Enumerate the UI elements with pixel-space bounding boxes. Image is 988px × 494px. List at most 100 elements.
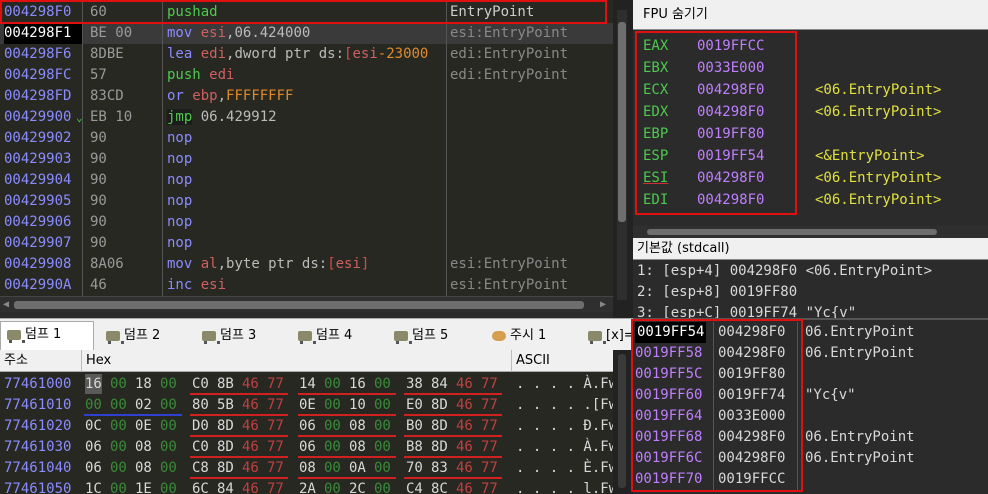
hex-byte[interactable]: 14 <box>299 374 316 394</box>
dump-row[interactable]: 77461040 06 00 08 00 C8 8D 46 77 08 00 0A 00 70 83 46 77… <box>0 458 613 478</box>
hex-byte[interactable]: 2A <box>299 479 316 494</box>
scroll-right-icon[interactable]: ▶ <box>600 299 606 310</box>
hex-byte[interactable]: 46 <box>456 437 473 457</box>
hex-byte[interactable]: 8D <box>217 416 234 436</box>
hex-byte[interactable]: 00 <box>374 437 391 457</box>
hex-byte[interactable]: 8D <box>431 416 448 436</box>
disasm-row[interactable]: 0042990A 46 inc esi esi:EntryPoint <box>0 275 613 296</box>
hex-byte[interactable]: 80 <box>192 395 209 415</box>
hex-byte[interactable]: 00 <box>160 479 177 494</box>
register-value[interactable]: 004298F0 <box>697 79 764 101</box>
scrollbar-thumb[interactable] <box>647 229 937 235</box>
hex-byte[interactable]: 00 <box>160 458 177 478</box>
hex-byte[interactable]: 06 <box>299 437 316 457</box>
hex-byte[interactable]: 06 <box>85 437 102 457</box>
hex-byte[interactable]: 46 <box>242 395 259 415</box>
stack-value[interactable]: 004298F0 <box>718 322 785 343</box>
hex-byte[interactable]: 08 <box>135 437 152 457</box>
tab-locals[interactable]: [x]= <box>582 323 635 349</box>
hex-byte[interactable]: 38 <box>406 374 423 394</box>
scrollbar-thumb[interactable] <box>618 354 626 488</box>
register-row[interactable]: ESP 0019FF54 <&EntryPoint> <box>633 145 988 167</box>
hex-byte[interactable]: D0 <box>192 416 209 436</box>
hex-byte[interactable]: 46 <box>456 416 473 436</box>
hex-byte[interactable]: 8D <box>217 458 234 478</box>
column-header-hex[interactable]: Hex <box>82 350 512 372</box>
column-header-address[interactable]: 주소 <box>0 350 82 372</box>
hex-byte[interactable]: 00 <box>324 479 341 494</box>
stack-row[interactable]: 0019FF5C 0019FF80 <box>633 364 988 385</box>
hex-byte[interactable]: 46 <box>242 458 259 478</box>
disasm-row[interactable]: 004298F6 8DBE lea edi,dword ptr ds:[esi-23… <box>0 44 613 65</box>
hex-byte[interactable]: 00 <box>374 479 391 494</box>
register-row[interactable]: EDX 004298F0 <06.EntryPoint> <box>633 101 988 123</box>
hex-byte[interactable]: 00 <box>160 374 177 394</box>
disasm-row[interactable]: 00429900 ⌄ EB 10 jmp 06.429912 <box>0 107 613 128</box>
hex-byte[interactable]: 84 <box>431 374 448 394</box>
disassembly-vscrollbar[interactable] <box>613 0 633 318</box>
hex-byte[interactable]: 00 <box>324 437 341 457</box>
stack-value[interactable]: 004298F0 <box>718 427 785 448</box>
disasm-row[interactable]: 004298F0 60 pushad EntryPoint <box>0 2 613 23</box>
register-value[interactable]: 0019FFCC <box>697 35 764 57</box>
calling-convention-selector[interactable]: 기본값 (stdcall) <box>633 238 988 260</box>
hex-byte[interactable]: 00 <box>160 395 177 415</box>
call-argument-row[interactable]: 1: [esp+4] 004298F0 <06.EntryPoint> <box>637 261 932 282</box>
hex-byte[interactable]: 77 <box>481 416 498 436</box>
hex-byte[interactable]: 00 <box>374 416 391 436</box>
dump-row[interactable]: 77461050 1C 00 1E 00 6C 84 46 77 2A 00 2C 00 C4 8C 46 77… <box>0 479 613 494</box>
tab-watch-1[interactable]: 주시 1 <box>486 323 580 349</box>
hex-byte[interactable]: 00 <box>324 374 341 394</box>
hex-dump-pane[interactable]: 주소 Hex ASCII 77461000 16 00 18 00 C0 8B 46 77 14 0… <box>0 350 613 494</box>
disasm-row[interactable]: 00429905 90 nop <box>0 191 613 212</box>
hex-byte[interactable]: 00 <box>160 437 177 457</box>
scrollbar-thumb[interactable] <box>618 22 626 222</box>
hex-byte[interactable]: 1E <box>135 479 152 494</box>
dump-vscrollbar[interactable] <box>613 350 633 494</box>
dump-row[interactable]: 77461000 16 00 18 00 C0 8B 46 77 14 00 16 00 38 84 46 77… <box>0 374 613 394</box>
register-row[interactable]: EBP 0019FF80 <box>633 123 988 145</box>
hex-byte[interactable]: C8 <box>192 458 209 478</box>
hex-byte[interactable]: 46 <box>456 374 473 394</box>
stack-value[interactable]: 0019FFCC <box>718 469 785 490</box>
tab-dump-2[interactable]: 덤프 2 <box>100 323 194 349</box>
call-argument-row[interactable]: 3: [esp+C] 0019FF74 "Yc{v" <box>637 303 856 318</box>
hex-byte[interactable]: 83 <box>431 458 448 478</box>
stack-value[interactable]: 0019FF74 <box>718 385 785 406</box>
hex-byte[interactable]: 2C <box>349 479 366 494</box>
hex-byte[interactable]: 46 <box>242 437 259 457</box>
stack-value[interactable]: 0019FF80 <box>718 364 785 385</box>
stack-row[interactable]: 0019FF6C 004298F0 06.EntryPoint <box>633 448 988 469</box>
hex-byte[interactable]: 0E <box>299 395 316 415</box>
hex-byte[interactable]: E0 <box>406 395 423 415</box>
hex-byte[interactable]: 00 <box>324 395 341 415</box>
hex-byte[interactable]: B0 <box>406 416 423 436</box>
hex-byte[interactable]: 08 <box>349 416 366 436</box>
hex-byte[interactable]: C0 <box>192 374 209 394</box>
hex-byte[interactable]: 46 <box>456 479 473 494</box>
hex-byte[interactable]: 00 <box>110 479 127 494</box>
hex-byte[interactable]: 46 <box>242 374 259 394</box>
hex-byte[interactable]: 46 <box>456 458 473 478</box>
hex-byte[interactable]: 77 <box>267 395 284 415</box>
disassembly-pane[interactable]: 004298F0 60 pushad EntryPoint 004298F1 BE 00 m… <box>0 0 613 296</box>
hex-byte[interactable]: 6C <box>192 479 209 494</box>
hex-byte[interactable]: 00 <box>110 374 127 394</box>
stack-value[interactable]: 004298F0 <box>718 343 785 364</box>
hex-byte[interactable]: 5B <box>217 395 234 415</box>
disasm-row[interactable]: 004298FD 83CD or ebp,FFFFFFFF <box>0 86 613 107</box>
hex-byte[interactable]: 00 <box>110 437 127 457</box>
register-value[interactable]: 004298F0 <box>697 101 764 123</box>
register-value[interactable]: 0033E000 <box>697 57 764 79</box>
register-row[interactable]: EDI 004298F0 <06.EntryPoint> <box>633 189 988 211</box>
disasm-row[interactable]: 00429906 90 nop <box>0 212 613 233</box>
hex-byte[interactable]: 77 <box>267 416 284 436</box>
tab-dump-4[interactable]: 덤프 4 <box>292 323 386 349</box>
hex-byte[interactable]: 0E <box>135 416 152 436</box>
stack-row[interactable]: 0019FF58 004298F0 06.EntryPoint <box>633 343 988 364</box>
register-value[interactable]: 004298F0 <box>697 189 764 211</box>
stack-row[interactable]: 0019FF70 0019FFCC <box>633 469 988 490</box>
register-row[interactable]: EAX 0019FFCC <box>633 35 988 57</box>
disasm-row[interactable]: 00429907 90 nop <box>0 233 613 254</box>
hex-byte[interactable]: 00 <box>374 458 391 478</box>
